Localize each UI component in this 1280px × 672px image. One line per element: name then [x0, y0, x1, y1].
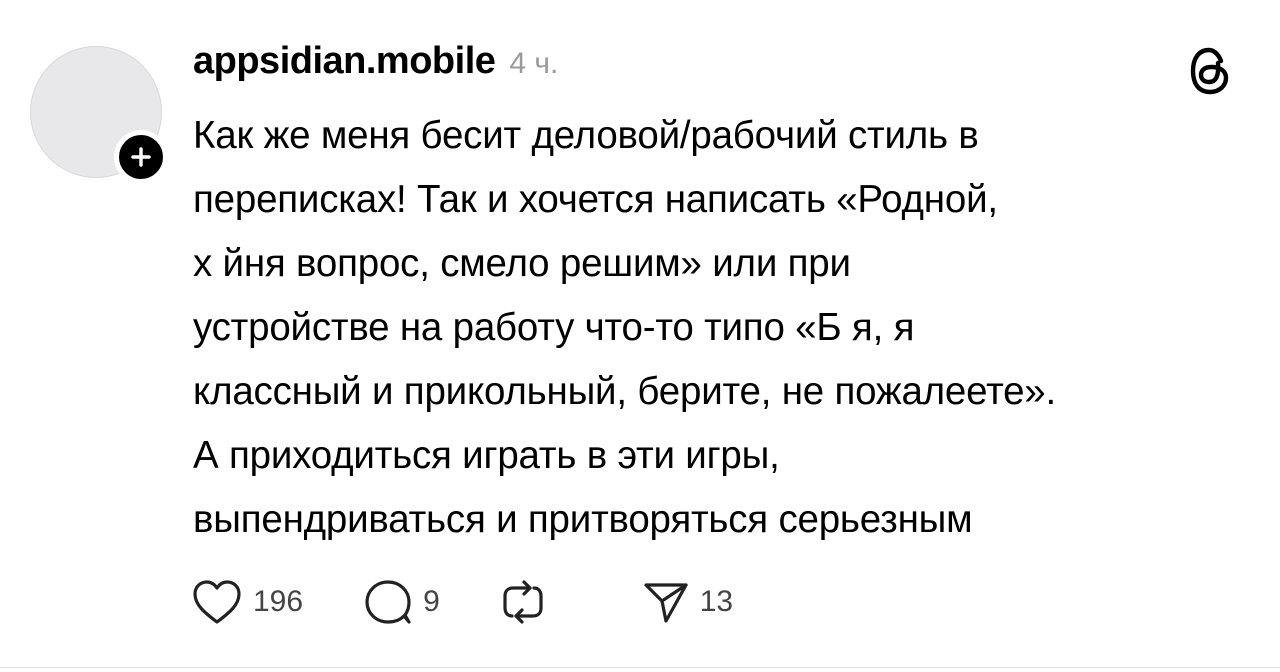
post-body-line: выпендриваться и притворяться серьезным [193, 498, 973, 541]
post-body-line: х йня вопрос, смело решим» или при [193, 242, 851, 285]
send-paper-plane-icon [644, 583, 688, 623]
share-button[interactable]: 13 [642, 579, 733, 625]
follow-button[interactable] [114, 130, 168, 184]
share-count: 13 [699, 585, 734, 618]
action-bar: 196 9 13 [191, 576, 793, 628]
post-divider [0, 667, 1280, 668]
username[interactable]: appsidian.mobile [193, 40, 496, 83]
avatar-container[interactable] [30, 46, 168, 184]
post-body-line: классный и прикольный, берите, не пожале… [193, 370, 1057, 413]
threads-post: appsidian.mobile 4 ч. Как же меня бесит … [0, 0, 1280, 672]
like-count: 196 [253, 585, 304, 618]
post-header: appsidian.mobile 4 ч. [193, 40, 558, 96]
threads-logo-icon[interactable] [1188, 46, 1232, 96]
post-body-line: А приходиться играть в эти игры, [193, 434, 780, 477]
like-button[interactable]: 196 [191, 578, 303, 626]
post-body-line: Как же меня бесит деловой/рабочий стиль … [193, 114, 979, 157]
reply-count: 9 [423, 585, 440, 618]
repost-arrows-icon [503, 580, 543, 624]
post-time: 4 ч. [509, 47, 559, 80]
post-body: Как же меня бесит деловой/рабочий стиль … [193, 104, 1263, 552]
plus-icon [131, 147, 151, 167]
comment-bubble-icon [365, 580, 411, 624]
repost-button[interactable] [500, 578, 556, 626]
heart-icon [193, 580, 241, 624]
post-body-line: устройстве на работу что-то типо «Б я, я [193, 306, 915, 349]
post-body-line: переписках! Так и хочется написать «Родн… [193, 178, 998, 221]
reply-button[interactable]: 9 [363, 578, 440, 626]
